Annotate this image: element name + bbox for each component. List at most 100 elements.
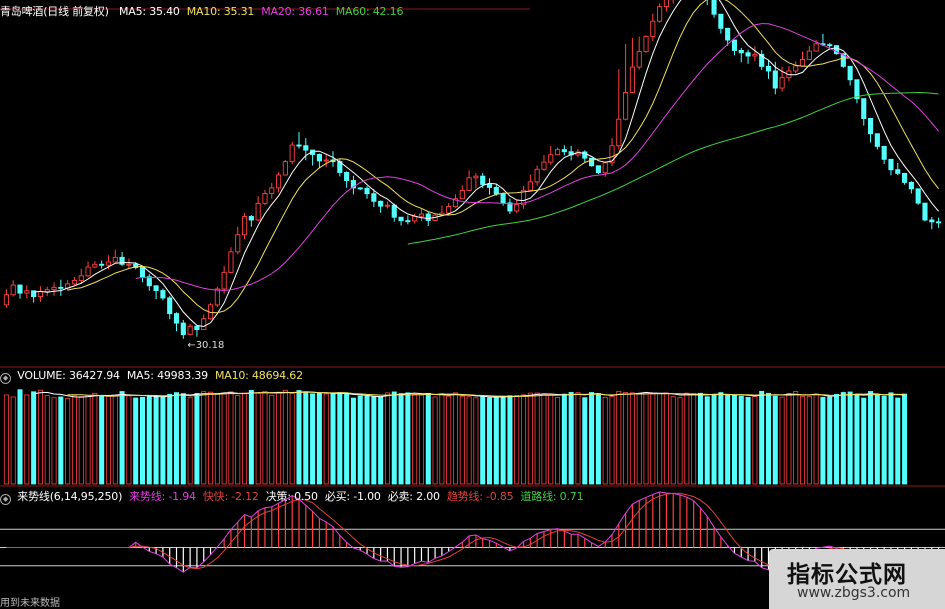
- volume-bar: [37, 389, 43, 485]
- volume-bar: [561, 393, 567, 485]
- candle-down: [371, 193, 377, 202]
- volume-bar: [602, 396, 608, 485]
- candle-up: [37, 291, 43, 298]
- candle-up: [71, 279, 78, 285]
- volume-bar: [133, 397, 139, 485]
- volume-bar: [58, 396, 64, 485]
- volume-bar: [44, 395, 50, 485]
- volume-bar: [255, 392, 261, 485]
- volume-bar: [167, 393, 173, 485]
- candle-down: [248, 216, 254, 221]
- candle-up: [602, 162, 608, 174]
- ma-legend: MA5: 35.40 MA10: 35.31 MA20: 36.61 MA60: 42…: [119, 5, 410, 18]
- indicator-legend-item: 来势线(6,14,95,250): [17, 490, 123, 503]
- candle-up: [466, 177, 472, 191]
- volume-bar: [684, 392, 690, 485]
- indicator-legend-item: 必卖: 2.00: [387, 490, 440, 503]
- volume-bar: [800, 395, 806, 485]
- candle-down: [595, 165, 601, 174]
- candle-down: [738, 49, 744, 54]
- candle-down: [160, 290, 166, 299]
- volume-bar: [187, 397, 193, 485]
- volume-bar: [276, 391, 282, 485]
- settings-icon[interactable]: ◆: [0, 373, 11, 384]
- candle-up: [323, 159, 329, 162]
- candle-up: [657, 6, 663, 22]
- volume-bar: [289, 393, 295, 485]
- candle-up: [3, 294, 9, 306]
- candle-up: [384, 204, 391, 207]
- volume-legend-item: MA5: 49983.39: [126, 369, 208, 382]
- volume-bar: [85, 394, 91, 485]
- volume-bar: [697, 392, 703, 485]
- volume-bar: [847, 391, 853, 485]
- candle-down: [874, 133, 880, 147]
- volume-legend-item: VOLUME: 36427.94: [17, 369, 120, 382]
- candle-up: [187, 325, 193, 336]
- volume-bar: [378, 396, 384, 485]
- candle-up: [473, 175, 479, 179]
- volume-bar: [208, 391, 214, 485]
- volume-bar: [507, 395, 513, 485]
- candle-down: [745, 52, 751, 57]
- volume-legend: VOLUME: 36427.94 MA5: 49983.39 MA10: 48694…: [17, 369, 310, 382]
- volume-bar: [371, 396, 377, 485]
- volume-bar: [364, 395, 370, 485]
- volume-bar: [242, 392, 248, 485]
- volume-bar: [616, 390, 622, 485]
- candle-up: [92, 263, 98, 268]
- candle-up: [412, 215, 418, 222]
- volume-bar: [629, 392, 635, 485]
- volume-bar: [487, 397, 493, 485]
- footer-note: 用到未来数据: [0, 598, 60, 609]
- candle-up: [262, 193, 268, 204]
- volume-bar: [439, 393, 445, 485]
- candle-up: [650, 20, 656, 37]
- settings-icon[interactable]: ◆: [0, 494, 11, 505]
- candle-up: [636, 51, 642, 68]
- volume-legend-item: MA10: 48694.62: [214, 369, 303, 382]
- volume-bar: [527, 392, 533, 485]
- volume-bar: [636, 393, 642, 485]
- volume-bar: [663, 392, 669, 485]
- ma60-line: [407, 91, 939, 245]
- candle-up: [643, 35, 649, 53]
- candle-down: [500, 193, 506, 204]
- volume-bar: [643, 391, 649, 485]
- candle-up: [616, 118, 622, 147]
- volume-bar: [248, 389, 254, 485]
- volume-bar: [221, 393, 227, 485]
- watermark-title: 指标公式网: [787, 562, 907, 588]
- volume-bar: [160, 396, 166, 485]
- candle-up: [629, 66, 635, 93]
- candle-down: [486, 184, 493, 188]
- volume-bar: [432, 396, 438, 485]
- volume-bar: [112, 394, 118, 485]
- indicator-legend-item: 快快: -2.12: [202, 490, 259, 503]
- volume-bar: [480, 395, 486, 485]
- candle-up: [112, 256, 118, 263]
- candle-down: [364, 187, 370, 195]
- candle-up: [228, 251, 234, 273]
- candle-down: [936, 221, 942, 224]
- candle-down: [344, 172, 350, 181]
- candle-down: [765, 65, 772, 72]
- candle-up: [241, 216, 248, 236]
- candle-up: [541, 161, 547, 170]
- candle-down: [902, 172, 908, 183]
- candle-down: [915, 188, 921, 204]
- indicator-legend-item: 来势线: -1.94: [129, 490, 196, 503]
- candle-up: [663, 0, 669, 8]
- candle-down: [17, 284, 23, 294]
- candle-down: [895, 169, 901, 174]
- volume-bar: [310, 393, 316, 485]
- indicator-legend-item: 趋势线: -0.85: [446, 490, 514, 503]
- candle-up: [609, 145, 615, 164]
- candle-up: [793, 65, 799, 72]
- volume-bar: [718, 392, 724, 485]
- candle-up: [459, 190, 465, 200]
- candle-down: [58, 286, 64, 289]
- candle-down: [398, 216, 404, 222]
- volume-bar: [282, 389, 288, 485]
- candle-up: [623, 91, 629, 120]
